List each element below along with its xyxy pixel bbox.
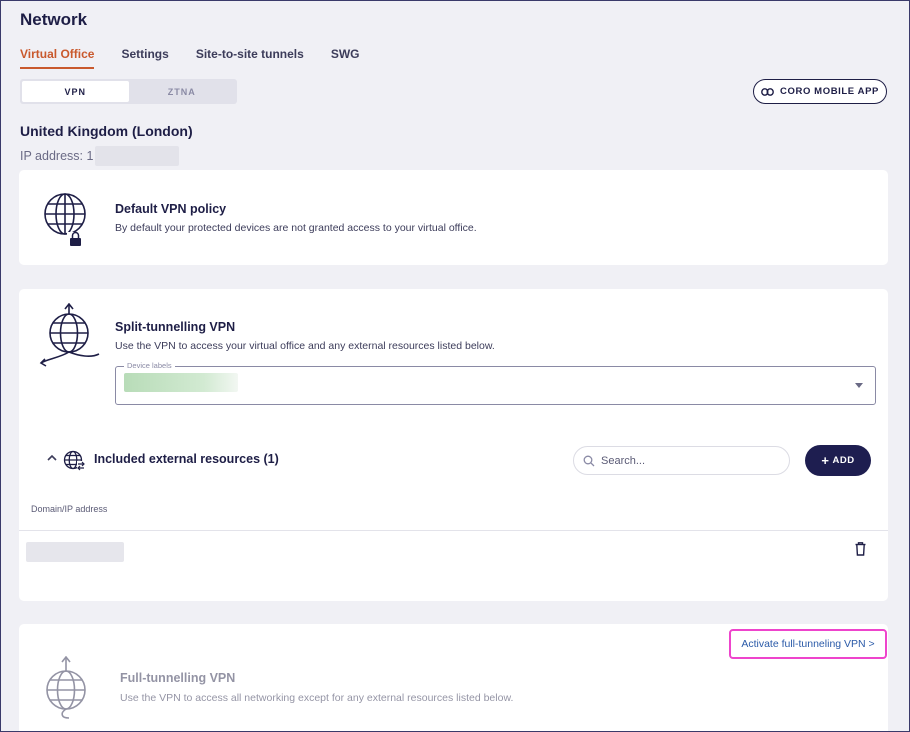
tab-virtual-office[interactable]: Virtual Office: [20, 47, 95, 69]
tab-swg[interactable]: SWG: [331, 47, 360, 69]
split-tunnelling-description: Use the VPN to access your virtual offic…: [115, 340, 495, 352]
add-resource-button[interactable]: + ADD: [805, 445, 871, 476]
coro-mobile-app-label: CORO MOBILE APP: [780, 86, 879, 97]
vpn-ztna-toggle: VPN ZTNA: [20, 79, 237, 104]
chevron-up-icon[interactable]: [47, 454, 57, 461]
caret-down-icon[interactable]: [855, 383, 863, 388]
trash-icon[interactable]: [855, 542, 866, 556]
ip-address: IP address: 1: [20, 146, 180, 166]
globe-arrows-icon: [63, 450, 85, 471]
search-input[interactable]: [601, 454, 771, 467]
activate-full-tunneling-link[interactable]: Activate full-tunneling VPN >: [729, 629, 887, 659]
full-tunnelling-description: Use the VPN to access all networking exc…: [120, 692, 514, 704]
coro-mobile-app-button[interactable]: CORO MOBILE APP: [753, 79, 887, 104]
device-label-chip-redacted: [124, 373, 238, 392]
device-labels-label: Device labels: [124, 361, 175, 370]
included-resources-title: Included external resources (1): [94, 452, 279, 466]
split-tunnelling-title: Split-tunnelling VPN: [115, 320, 236, 334]
resources-search: [573, 446, 790, 475]
page-title: Network: [20, 10, 88, 29]
default-vpn-policy-title: Default VPN policy: [115, 202, 227, 216]
default-vpn-policy-description: By default your protected devices are no…: [115, 222, 477, 234]
search-icon: [583, 455, 595, 466]
add-label: ADD: [832, 455, 855, 466]
toggle-ztna[interactable]: ZTNA: [129, 81, 236, 102]
tab-site-to-site-tunnels[interactable]: Site-to-site tunnels: [196, 47, 304, 69]
tab-settings[interactable]: Settings: [121, 47, 168, 69]
plus-icon: +: [821, 453, 830, 468]
full-tunnelling-card: Activate full-tunneling VPN > Full-tunne…: [19, 624, 888, 732]
tab-bar: Virtual Office Settings Site-to-site tun…: [20, 47, 387, 69]
table-row: [26, 542, 124, 562]
ip-address-label: IP address: 1: [20, 149, 94, 163]
globe-lock-icon: [44, 193, 86, 247]
link-icon: [761, 87, 774, 96]
default-vpn-policy-card: Default VPN policy By default your prote…: [19, 170, 888, 265]
table-divider: [19, 530, 888, 531]
ip-address-redacted: [95, 146, 180, 166]
split-tunnelling-card: Split-tunnelling VPN Use the VPN to acce…: [19, 289, 888, 601]
globe-arrow-icon: [39, 303, 100, 367]
globe-arrow-icon: [46, 656, 86, 719]
toggle-vpn[interactable]: VPN: [22, 81, 129, 102]
device-labels-select[interactable]: Device labels: [115, 361, 876, 405]
location-name: United Kingdom (London): [20, 123, 193, 139]
column-header-domain: Domain/IP address: [31, 504, 108, 514]
full-tunnelling-title: Full-tunnelling VPN: [120, 671, 236, 685]
